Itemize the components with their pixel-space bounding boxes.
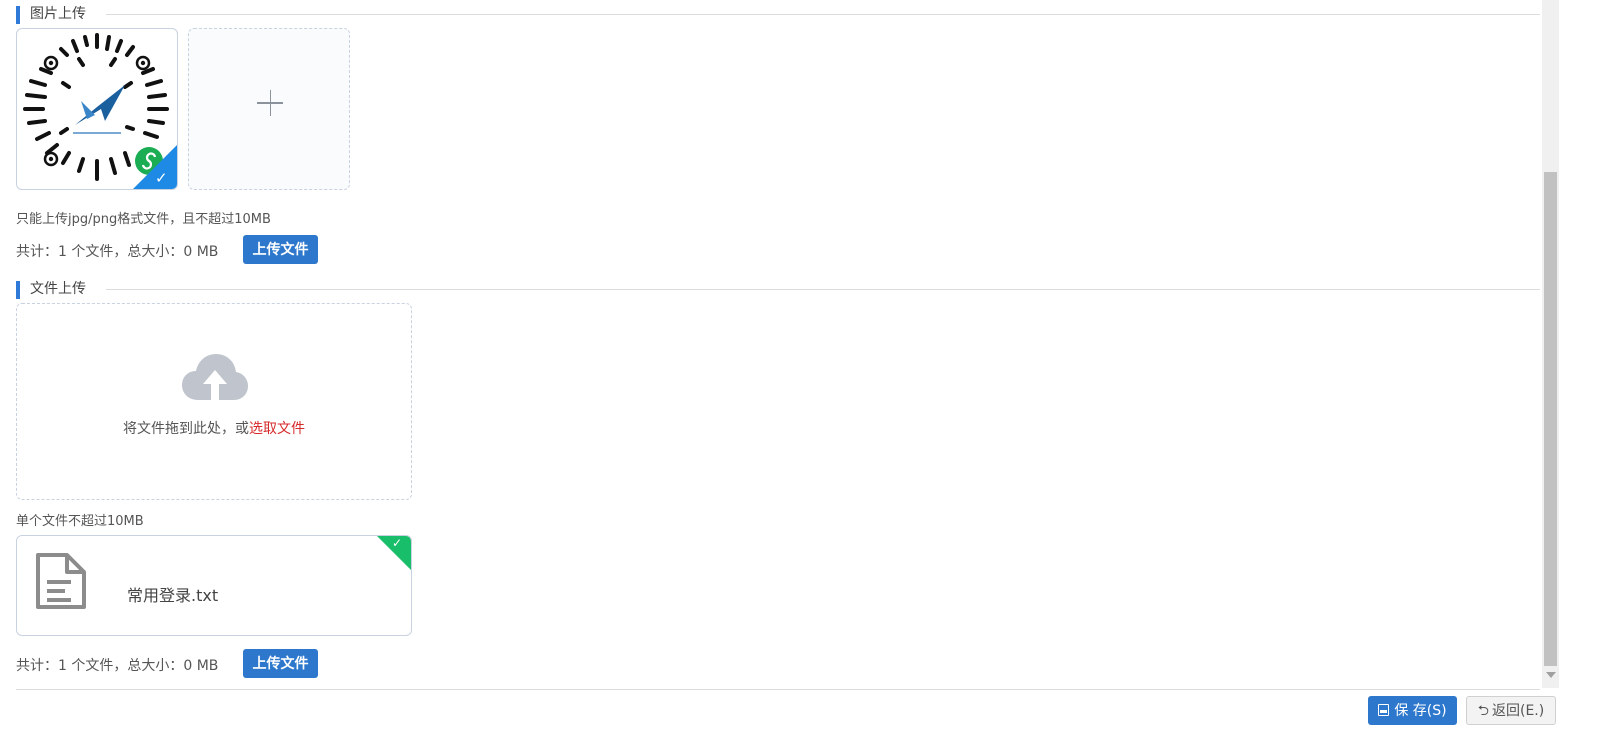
upload-success-check-icon: ✓ <box>377 536 411 570</box>
scroll-down-arrow-icon[interactable] <box>1546 672 1556 678</box>
file-upload-header: 文件上传 <box>16 280 1540 300</box>
uploaded-file-card[interactable]: 常用登录.txt ✓ <box>16 535 412 636</box>
image-upload-button[interactable]: 上传文件 <box>243 235 318 264</box>
image-upload-title: 图片上传 <box>30 5 96 23</box>
plus-icon <box>189 29 349 189</box>
file-upload-title: 文件上传 <box>30 280 96 298</box>
add-image-button[interactable] <box>188 28 350 190</box>
section-divider <box>106 289 1540 290</box>
file-name: 常用登录.txt <box>127 586 219 605</box>
drop-text: 将文件拖到此处，或 <box>123 421 249 437</box>
file-total-summary: 共计：1 个文件，总大小：0 MB <box>16 658 219 674</box>
image-upload-header: 图片上传 <box>16 5 1540 25</box>
scrollbar-thumb[interactable] <box>1544 172 1557 666</box>
file-drop-zone[interactable]: 将文件拖到此处，或选取文件 <box>16 303 412 500</box>
document-icon <box>36 553 86 609</box>
save-button[interactable]: 保 存(S) <box>1368 696 1457 725</box>
footer-divider <box>16 689 1540 690</box>
uploaded-image-thumbnail[interactable]: ✓ <box>16 28 178 190</box>
save-button-label: 保 存(S) <box>1394 703 1447 719</box>
section-accent-bar <box>16 6 20 24</box>
form-content: 图片上传 ✓ 只能上传jpg/png格式文件，且不超过10MB 共计：1 个文件… <box>0 0 1566 753</box>
save-icon <box>1378 704 1390 716</box>
file-upload-button[interactable]: 上传文件 <box>243 649 318 678</box>
back-button-label: 返回(E.) <box>1491 703 1545 719</box>
drop-instructions: 将文件拖到此处，或选取文件 <box>17 418 411 438</box>
return-icon: ⮌ <box>1477 703 1489 719</box>
section-accent-bar <box>16 281 20 299</box>
select-file-link[interactable]: 选取文件 <box>249 421 305 437</box>
selected-check-icon: ✓ <box>133 145 177 189</box>
cloud-upload-icon <box>182 354 248 400</box>
image-total-summary: 共计：1 个文件，总大小：0 MB <box>16 244 219 260</box>
file-size-hint: 单个文件不超过10MB <box>16 514 144 529</box>
image-format-hint: 只能上传jpg/png格式文件，且不超过10MB <box>16 212 271 227</box>
back-button[interactable]: ⮌ 返回(E.) <box>1466 696 1556 725</box>
vertical-scrollbar[interactable] <box>1542 0 1559 688</box>
section-divider <box>106 14 1540 15</box>
